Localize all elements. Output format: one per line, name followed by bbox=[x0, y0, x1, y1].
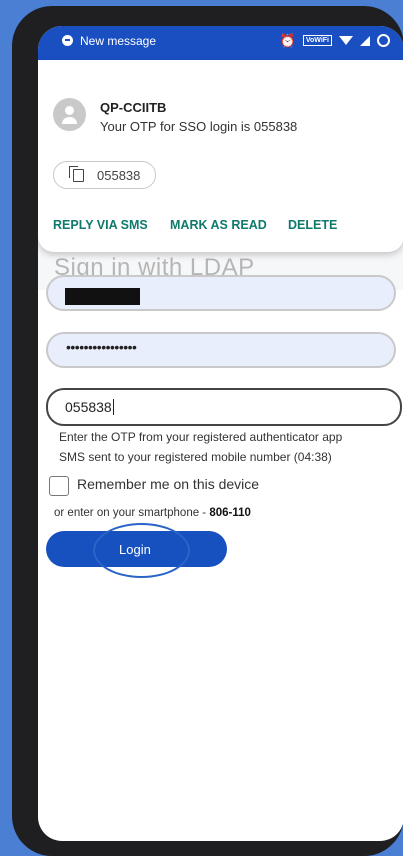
status-icons: ⏰ VoWiFi bbox=[280, 34, 390, 47]
password-input[interactable]: •••••••••••••••• bbox=[46, 332, 396, 368]
remember-label[interactable]: Remember me on this device bbox=[77, 476, 259, 492]
battery-icon bbox=[377, 34, 390, 47]
password-mask: •••••••••••••••• bbox=[66, 339, 137, 355]
otp-value: 055838 bbox=[65, 399, 114, 415]
copy-chip-text: 055838 bbox=[97, 168, 141, 183]
smartphone-code: 806-110 bbox=[209, 507, 251, 519]
delete-button[interactable]: DELETE bbox=[288, 218, 337, 232]
tap-highlight-ring bbox=[93, 523, 190, 578]
username-input[interactable] bbox=[46, 275, 396, 311]
status-notification-text: New message bbox=[80, 34, 157, 48]
copy-otp-chip[interactable]: 055838 bbox=[53, 161, 156, 189]
vowifi-badge: VoWiFi bbox=[302, 35, 332, 46]
smartphone-code-prefix: or enter on your smartphone - bbox=[54, 507, 210, 519]
alarm-icon: ⏰ bbox=[279, 33, 296, 48]
contact-avatar-icon bbox=[53, 98, 86, 131]
copy-icon bbox=[69, 166, 84, 182]
redacted-username bbox=[65, 288, 140, 305]
text-caret bbox=[112, 399, 114, 415]
message-icon bbox=[62, 35, 73, 46]
phone-frame: Sign in with LDAP New message ⏰ VoWiFi Q… bbox=[12, 6, 403, 856]
notification-sender: QP-CCIITB bbox=[100, 100, 167, 115]
phone-screen: Sign in with LDAP New message ⏰ VoWiFi Q… bbox=[38, 26, 403, 841]
smartphone-code-text: or enter on your smartphone - 806-110 bbox=[54, 507, 251, 519]
sms-hint: SMS sent to your registered mobile numbe… bbox=[59, 450, 332, 464]
notification-body: Your OTP for SSO login is 055838 bbox=[100, 119, 298, 134]
signal-icon bbox=[360, 35, 370, 46]
otp-input[interactable]: 055838 bbox=[46, 388, 402, 426]
otp-value-text: 055838 bbox=[65, 399, 112, 415]
remember-checkbox[interactable] bbox=[49, 476, 69, 496]
status-bar: New message ⏰ VoWiFi bbox=[38, 26, 403, 60]
mark-as-read-button[interactable]: MARK AS READ bbox=[170, 218, 267, 232]
sms-notification[interactable]: QP-CCIITB Your OTP for SSO login is 0558… bbox=[38, 60, 403, 252]
otp-hint: Enter the OTP from your registered authe… bbox=[59, 430, 343, 444]
wifi-icon bbox=[339, 36, 353, 45]
reply-via-sms-button[interactable]: REPLY VIA SMS bbox=[53, 218, 148, 232]
